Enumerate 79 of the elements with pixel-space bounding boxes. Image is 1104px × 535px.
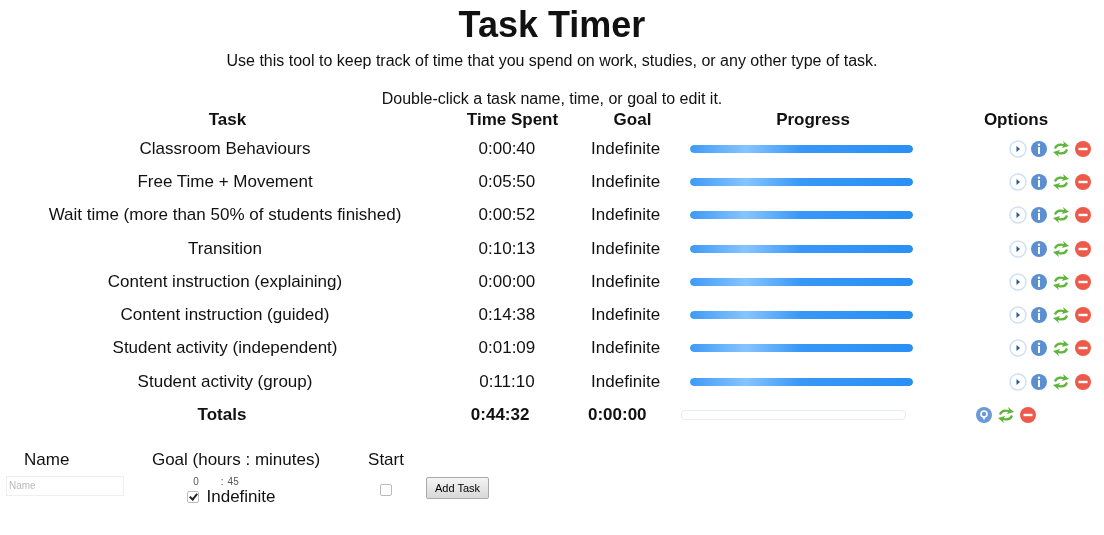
play-icon[interactable] — [1009, 339, 1027, 358]
delete-icon[interactable] — [1074, 239, 1092, 258]
time-spent[interactable]: 0:00:00 — [450, 271, 564, 292]
column-header: Options — [982, 110, 1050, 130]
info-icon[interactable] — [1030, 306, 1048, 325]
delete-icon[interactable] — [1074, 206, 1092, 225]
info-icon[interactable] — [1030, 339, 1048, 358]
play-icon[interactable] — [1009, 306, 1027, 325]
goal-value[interactable]: Indefinite — [563, 138, 688, 159]
time-spent[interactable]: 0:10:13 — [450, 238, 564, 259]
play-icon[interactable] — [1009, 172, 1027, 191]
goal-value[interactable]: Indefinite — [563, 271, 688, 292]
time-spent[interactable]: 0:01:09 — [450, 338, 564, 359]
play-icon[interactable] — [1009, 206, 1027, 225]
delete-icon[interactable] — [1074, 139, 1092, 158]
task-name[interactable]: Content instruction (explaining) — [0, 271, 451, 292]
delete-icon[interactable] — [1074, 306, 1092, 325]
delete-icon[interactable] — [1074, 272, 1092, 291]
refresh-icon[interactable] — [1051, 306, 1071, 325]
goal-value[interactable]: Indefinite — [563, 171, 688, 192]
time-spent[interactable]: 0:00:52 — [450, 205, 564, 226]
start-checkbox[interactable] — [380, 483, 392, 496]
goal-value[interactable]: Indefinite — [563, 238, 688, 259]
task-name[interactable]: Transition — [0, 238, 451, 259]
play-icon[interactable] — [1009, 372, 1027, 391]
name-input[interactable]: Name — [6, 475, 124, 496]
delete-icon[interactable] — [1074, 172, 1092, 191]
task-name[interactable]: Content instruction (guided) — [0, 305, 451, 326]
refresh-icon[interactable] — [1051, 372, 1071, 391]
play-icon[interactable] — [1009, 239, 1027, 258]
refresh-icon[interactable] — [1051, 339, 1071, 358]
info-icon[interactable] — [1030, 206, 1048, 225]
task-name[interactable]: Student activity (group) — [0, 371, 451, 392]
refresh-icon[interactable] — [1051, 239, 1071, 258]
description-text: Use this tool to keep track of time that you spend on work, studies, or any other type of task. — [225, 52, 879, 70]
time-spent[interactable]: 0:05:50 — [450, 171, 564, 192]
total-goal: 0:00:00 — [586, 405, 648, 425]
refresh-icon[interactable] — [1051, 172, 1071, 191]
play-icon[interactable] — [1009, 272, 1027, 291]
goal-value[interactable]: Indefinite — [563, 338, 688, 359]
totals-label: Totals — [196, 405, 248, 425]
page-title: Task Timer — [457, 3, 647, 46]
task-name[interactable]: Student activity (independent) — [0, 338, 451, 359]
info-icon[interactable] — [1030, 239, 1048, 258]
separator-text: : — [220, 475, 224, 487]
indefinite-checkbox[interactable] — [186, 490, 199, 503]
play-icon[interactable] — [1009, 139, 1027, 158]
time-spent[interactable]: 0:11:10 — [450, 371, 564, 392]
delete-icon[interactable] — [1019, 406, 1038, 424]
goal-value[interactable]: Indefinite — [563, 205, 688, 226]
task-name[interactable]: Classroom Behaviours — [0, 138, 451, 159]
info-icon[interactable] — [1030, 272, 1048, 291]
add-task-button[interactable]: Add Task — [426, 476, 490, 499]
refresh-icon[interactable] — [1051, 272, 1071, 291]
column-header: Task — [207, 110, 248, 130]
column-header: Progress — [775, 110, 851, 130]
refresh-icon[interactable] — [1051, 206, 1071, 225]
time-spent[interactable]: 0:00:40 — [450, 138, 564, 159]
time-spent[interactable]: 0:14:38 — [450, 305, 564, 326]
goal-label: Goal (hours : minutes) — [151, 449, 321, 470]
task-name[interactable]: Wait time (more than 50% of students finished) — [0, 205, 451, 226]
info-icon[interactable] — [1030, 172, 1048, 191]
hours-value[interactable]: 0 — [193, 475, 199, 487]
goal-value[interactable]: Indefinite — [563, 371, 688, 392]
info-icon[interactable] — [1030, 372, 1048, 391]
minutes-value[interactable]: 45 — [227, 475, 239, 487]
column-header: Goal — [612, 110, 653, 130]
goal-value[interactable]: Indefinite — [563, 305, 688, 326]
column-header: Time Spent — [465, 110, 560, 130]
delete-icon[interactable] — [1074, 339, 1092, 358]
hint-text: Double-click a task name, time, or goal to edit it. — [380, 90, 724, 108]
refresh-icon[interactable] — [1051, 139, 1071, 158]
total-time: 0:44:32 — [469, 405, 531, 425]
delete-icon[interactable] — [1074, 372, 1092, 391]
name-label: Name — [24, 449, 70, 470]
info-icon[interactable] — [1030, 139, 1048, 158]
start-label: Start — [368, 449, 404, 470]
task-name[interactable]: Free Time + Movement — [0, 171, 451, 192]
indefinite-label: Indefinite — [206, 486, 276, 507]
